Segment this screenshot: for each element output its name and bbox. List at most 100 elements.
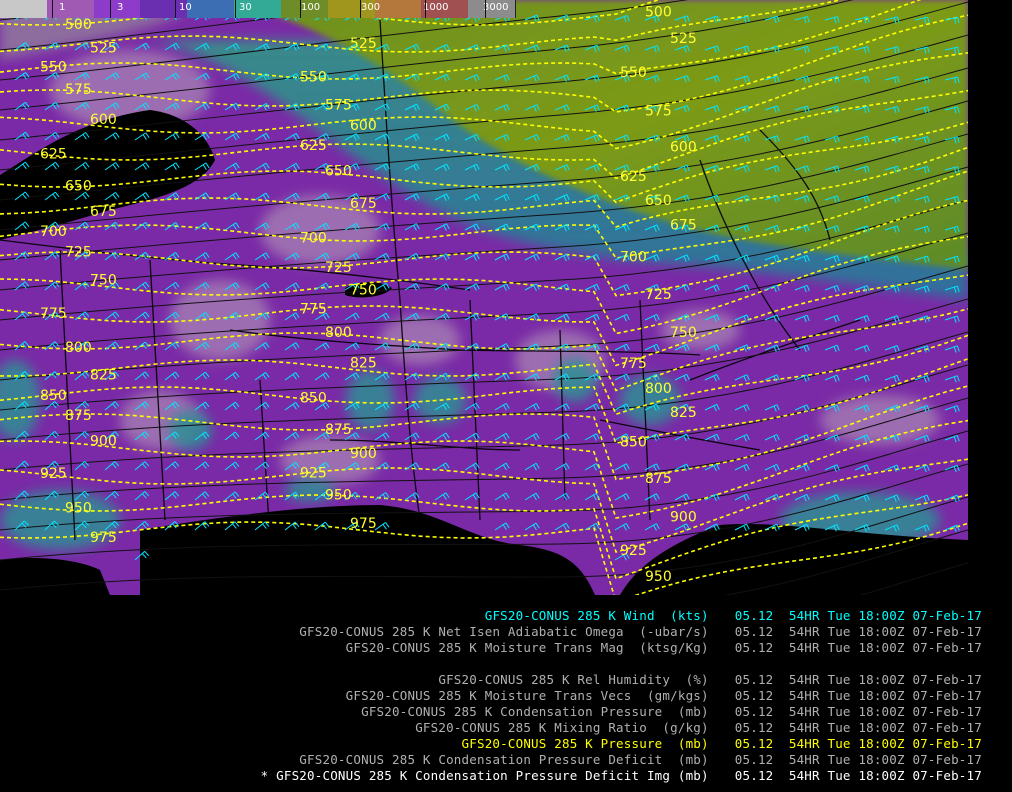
- contour-label: 550: [620, 65, 647, 81]
- legend-line[interactable]: GFS20-CONUS 285 K Condensation Pressure …: [361, 704, 982, 720]
- colorbar-swatch: [187, 0, 236, 18]
- legend-field-name: * GFS20-CONUS 285 K Condensation Pressur…: [260, 768, 709, 783]
- legend-line[interactable]: GFS20-CONUS 285 K Mixing Ratio (g/kg) 05.…: [415, 720, 982, 736]
- colorbar-label: 1000: [423, 2, 449, 13]
- contour-label: 850: [300, 390, 327, 406]
- contour-label: 525: [90, 40, 117, 56]
- contour-label: 850: [620, 434, 647, 450]
- contour-label: 575: [645, 103, 672, 119]
- colorbar-label: 3000: [483, 2, 509, 13]
- legend-field-name: GFS20-CONUS 285 K Pressure (mb): [461, 736, 709, 751]
- contour-label: 925: [620, 543, 647, 559]
- contour-label: 725: [325, 260, 352, 276]
- contour-label: 950: [325, 487, 352, 503]
- colorbar-tick: [360, 0, 361, 18]
- colorbar-tick: [235, 0, 236, 18]
- colorbar-tick: [52, 0, 53, 18]
- legend-line[interactable]: GFS20-CONUS 285 K Moisture Trans Vecs (g…: [346, 688, 982, 704]
- contour-label: 975: [350, 516, 377, 532]
- legend-field-name: GFS20-CONUS 285 K Condensation Pressure …: [299, 752, 709, 767]
- legend-field-name: GFS20-CONUS 285 K Wind (kts): [484, 608, 709, 623]
- contour-label: 775: [300, 302, 327, 318]
- contour-label: 650: [65, 179, 92, 195]
- contour-label: 675: [670, 218, 697, 234]
- colorbar-swatch: [0, 0, 48, 18]
- legend-line[interactable]: GFS20-CONUS 285 K Condensation Pressure …: [299, 752, 982, 768]
- legend-valid-time: 05.12 54HR Tue 18:00Z 07-Feb-17: [734, 640, 982, 655]
- contour-label: 875: [65, 408, 92, 424]
- legend-valid-time: 05.12 54HR Tue 18:00Z 07-Feb-17: [734, 720, 982, 735]
- contour-label: 600: [670, 140, 697, 156]
- weather-map: 5005005005255255255505505505755755756006…: [0, 0, 968, 595]
- contour-label: 700: [620, 249, 647, 265]
- colorbar-label: 10: [179, 2, 192, 13]
- contour-label: 525: [670, 31, 697, 47]
- contour-label: 700: [300, 230, 327, 246]
- contour-label: 775: [40, 306, 67, 322]
- contour-label: 950: [645, 569, 672, 585]
- contour-label: 725: [65, 245, 92, 261]
- contour-label: 975: [90, 530, 117, 546]
- colorbar-label: 1: [59, 2, 66, 13]
- contour-label: 900: [670, 509, 697, 525]
- legend-line[interactable]: GFS20-CONUS 285 K Rel Humidity (%) 05.12 …: [438, 672, 982, 688]
- legend-valid-time: 05.12 54HR Tue 18:00Z 07-Feb-17: [734, 672, 982, 687]
- contour-label: 900: [90, 433, 117, 449]
- legend-field-name: GFS20-CONUS 285 K Rel Humidity (%): [438, 672, 709, 687]
- colorbar-label: 300: [361, 2, 381, 13]
- colorbar-tick: [425, 0, 426, 18]
- contour-label: 825: [350, 356, 377, 372]
- legend-line[interactable]: GFS20-CONUS 285 K Wind (kts) 05.12 54HR T…: [485, 608, 982, 624]
- contour-label: 850: [40, 388, 67, 404]
- contour-label: 750: [90, 272, 117, 288]
- contour-label: 500: [645, 5, 672, 21]
- contour-label: 650: [645, 193, 672, 209]
- contour-label: 925: [300, 466, 327, 482]
- contour-label: 775: [620, 356, 647, 372]
- contour-label: 600: [350, 118, 377, 134]
- contour-label: 625: [620, 169, 647, 185]
- contour-label: 950: [65, 500, 92, 516]
- contour-label: 675: [350, 196, 377, 212]
- contour-label: 800: [65, 340, 92, 356]
- legend-valid-time: 05.12 54HR Tue 18:00Z 07-Feb-17: [734, 704, 982, 719]
- contour-label: 900: [350, 446, 377, 462]
- legend-line[interactable]: GFS20-CONUS 285 K Moisture Trans Mag (kt…: [346, 640, 982, 656]
- colorbar-label: 30: [239, 2, 252, 13]
- contour-label: 550: [300, 70, 327, 86]
- legend-field-name: GFS20-CONUS 285 K Moisture Trans Mag (kt…: [345, 640, 709, 655]
- contour-label: 925: [40, 466, 67, 482]
- legend-valid-time: 05.12 54HR Tue 18:00Z 07-Feb-17: [734, 768, 982, 783]
- contour-label: 750: [670, 325, 697, 341]
- legend-line[interactable]: * GFS20-CONUS 285 K Condensation Pressur…: [261, 768, 982, 784]
- contour-label: 875: [325, 422, 352, 438]
- contour-label: 750: [350, 282, 377, 298]
- contour-label: 625: [40, 146, 67, 162]
- colorbar-label: 3: [117, 2, 124, 13]
- colorbar-tick: [485, 0, 486, 18]
- colorbar-tick: [300, 0, 301, 18]
- legend-line[interactable]: GFS20-CONUS 285 K Pressure (mb) 05.12 54H…: [462, 736, 982, 752]
- contour-label: 575: [325, 97, 352, 113]
- colorbar-swatch: [46, 0, 95, 18]
- contour-label: 650: [325, 163, 352, 179]
- colorbar-swatch: [374, 0, 423, 18]
- contour-label: 800: [645, 381, 672, 397]
- contour-label: 625: [300, 138, 327, 154]
- legend-field-name: GFS20-CONUS 285 K Mixing Ratio (g/kg): [415, 720, 709, 735]
- legend-valid-time: 05.12 54HR Tue 18:00Z 07-Feb-17: [734, 688, 982, 703]
- contour-label: 675: [90, 204, 117, 220]
- colorbar-tick: [175, 0, 176, 18]
- contour-label: 575: [65, 82, 92, 98]
- legend-line[interactable]: GFS20-CONUS 285 K Net Isen Adiabatic Ome…: [299, 624, 982, 640]
- legend-field-name: GFS20-CONUS 285 K Condensation Pressure …: [361, 704, 709, 719]
- contour-label: 800: [325, 325, 352, 341]
- contour-label: 825: [670, 405, 697, 421]
- colorbar-label: 100: [301, 2, 321, 13]
- legend-valid-time: 05.12 54HR Tue 18:00Z 07-Feb-17: [734, 736, 982, 751]
- legend-field-name: GFS20-CONUS 285 K Net Isen Adiabatic Ome…: [299, 624, 709, 639]
- colorbar: 1 3 10 30 100 300 1000 3000: [0, 0, 520, 22]
- contour-label: 525: [350, 36, 377, 52]
- contour-label: 725: [645, 287, 672, 303]
- contour-label: 600: [90, 112, 117, 128]
